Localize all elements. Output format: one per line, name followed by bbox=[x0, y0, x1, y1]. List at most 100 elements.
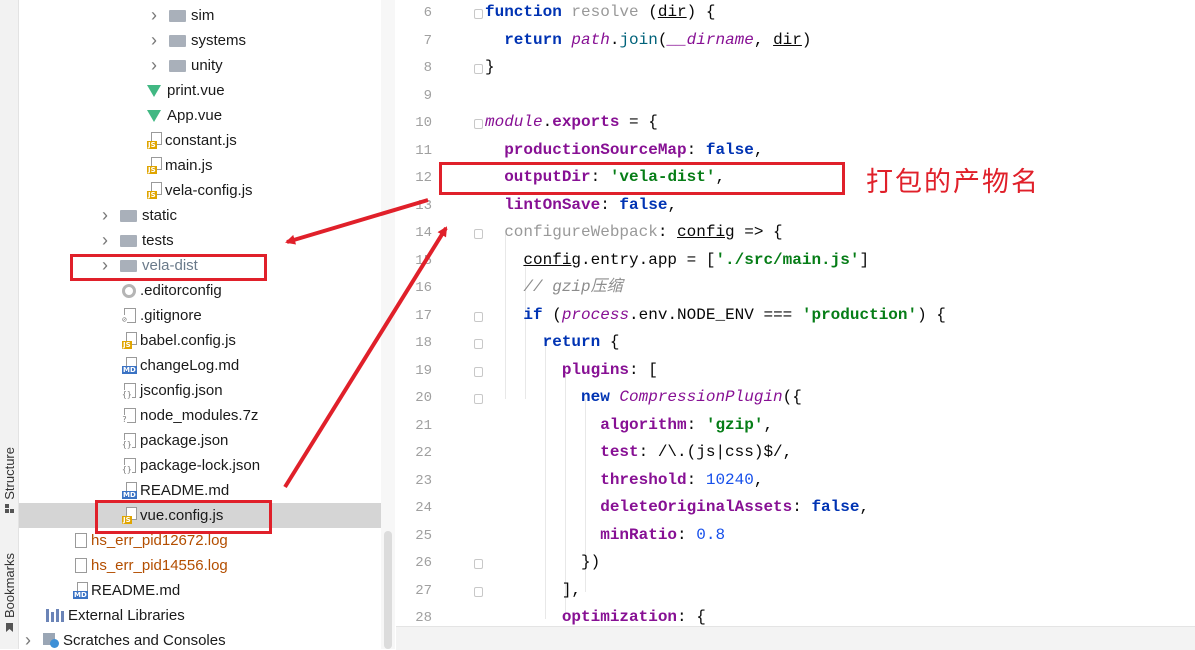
code-token: algorithm bbox=[600, 415, 687, 434]
chevron-right-icon[interactable]: › bbox=[21, 630, 35, 649]
tree-item[interactable]: MD changeLog.md bbox=[19, 353, 381, 378]
code-token: dir bbox=[657, 3, 687, 21]
tree-item[interactable]: › systems bbox=[19, 28, 381, 53]
code-line[interactable]: minRatio: 0.8 bbox=[485, 523, 725, 547]
editor-horizontal-scrollbar[interactable] bbox=[396, 626, 1195, 650]
fold-marker-icon[interactable] bbox=[474, 559, 483, 569]
chevron-right-icon[interactable]: › bbox=[98, 205, 112, 226]
code-token: false bbox=[619, 195, 668, 214]
tree-item[interactable]: JS vela-config.js bbox=[19, 178, 381, 203]
code-line[interactable]: new CompressionPlugin({ bbox=[485, 385, 802, 409]
log-file-icon bbox=[73, 557, 88, 574]
bookmarks-tab[interactable]: Bookmarks bbox=[0, 540, 18, 645]
fold-marker-icon[interactable] bbox=[474, 586, 483, 597]
tree-item-label: unity bbox=[191, 57, 223, 74]
code-token: . bbox=[542, 113, 553, 131]
tree-item[interactable]: JS constant.js bbox=[19, 128, 381, 153]
chevron-right-icon[interactable]: › bbox=[147, 55, 161, 76]
line-number: 17 bbox=[415, 307, 432, 324]
tree-item[interactable]: › unity bbox=[19, 53, 381, 78]
fold-marker-icon[interactable] bbox=[474, 9, 483, 19]
fold-marker-icon[interactable] bbox=[474, 311, 483, 322]
code-line[interactable]: algorithm: 'gzip', bbox=[485, 413, 773, 437]
structure-tab[interactable]: Structure bbox=[0, 435, 18, 525]
tree-item[interactable]: › tests bbox=[19, 228, 381, 253]
code-line[interactable]: // gzip压缩 bbox=[485, 275, 623, 299]
tree-item-label: vela-config.js bbox=[165, 182, 253, 199]
code-line[interactable]: threshold: 10240, bbox=[485, 468, 763, 492]
code-token: config bbox=[523, 250, 582, 269]
tree-item[interactable]: › sim bbox=[19, 3, 381, 28]
tree-item[interactable]: JS main.js bbox=[19, 153, 381, 178]
fold-marker-icon[interactable] bbox=[474, 339, 483, 349]
tree-item[interactable]: ⊘ .gitignore bbox=[19, 303, 381, 328]
code-editor[interactable]: 6 7 8 9 10 11 12 13 14 15 16 17 18 19 20 21 22 23 24 25 26 27… bbox=[396, 0, 1195, 650]
tree-item[interactable]: › static bbox=[19, 203, 381, 228]
tree-item[interactable]: App.vue bbox=[19, 103, 381, 128]
code-token: 10240 bbox=[705, 470, 754, 489]
tree-item[interactable]: .editorconfig bbox=[19, 278, 381, 303]
fold-marker-icon[interactable] bbox=[474, 394, 483, 404]
folder-icon bbox=[120, 209, 137, 222]
chevron-right-icon[interactable]: › bbox=[98, 230, 112, 251]
js-file-icon: JS bbox=[147, 132, 162, 149]
tree-item[interactable]: {} package-lock.json bbox=[19, 453, 381, 478]
scratches-icon bbox=[43, 633, 59, 648]
chevron-right-icon[interactable]: › bbox=[147, 30, 161, 51]
code-line[interactable]: if (process.env.NODE_ENV === 'production… bbox=[485, 303, 946, 327]
fold-marker-icon[interactable] bbox=[474, 229, 483, 239]
fold-marker-icon[interactable] bbox=[474, 366, 483, 377]
code-token: lintOnSave bbox=[504, 195, 601, 214]
annotation-note: 打包的产物名 bbox=[866, 167, 1040, 198]
code-line[interactable]: test: /\.(js|css)$/, bbox=[485, 440, 792, 464]
tree-item-label: babel.config.js bbox=[140, 332, 236, 349]
code-line[interactable]: productionSourceMap: false, bbox=[485, 138, 763, 162]
code-token: // gzip压缩 bbox=[523, 278, 623, 296]
code-line[interactable]: lintOnSave: false, bbox=[485, 193, 677, 217]
tree-item[interactable]: JS babel.config.js bbox=[19, 328, 381, 353]
chevron-right-icon[interactable]: › bbox=[147, 5, 161, 26]
fold-marker-icon[interactable] bbox=[474, 64, 483, 74]
code-line[interactable]: } bbox=[485, 55, 495, 79]
code-token: ( bbox=[552, 305, 562, 324]
line-number: 7 bbox=[423, 32, 432, 49]
code-line[interactable]: return { bbox=[485, 330, 620, 354]
fold-marker-icon[interactable] bbox=[474, 119, 483, 129]
code-token: config bbox=[677, 223, 735, 241]
tree-item[interactable]: ? node_modules.7z bbox=[19, 403, 381, 428]
tree-item[interactable]: MD README.md bbox=[19, 578, 381, 603]
project-tree-scrollbar[interactable] bbox=[381, 0, 395, 649]
tree-item[interactable]: › Scratches and Consoles bbox=[19, 628, 381, 649]
code-token: ] bbox=[859, 250, 870, 269]
code-token: productionSourceMap bbox=[504, 140, 687, 159]
tree-item[interactable]: print.vue bbox=[19, 78, 381, 103]
line-number: 13 bbox=[415, 197, 432, 214]
code-line[interactable]: return path.join(__dirname, dir) bbox=[485, 28, 811, 52]
code-token: minRatio bbox=[600, 525, 678, 544]
code-line[interactable]: function resolve (dir) { bbox=[485, 0, 715, 24]
line-number: 22 bbox=[415, 445, 432, 461]
code-token: module bbox=[485, 113, 543, 131]
code-line[interactable]: configureWebpack: config => { bbox=[485, 220, 782, 244]
line-number: 18 bbox=[415, 335, 432, 351]
code-line[interactable]: plugins: [ bbox=[485, 358, 658, 382]
tree-item[interactable]: External Libraries bbox=[19, 603, 381, 628]
code-token: . bbox=[609, 30, 620, 49]
code-token: return bbox=[504, 30, 572, 49]
code-line[interactable]: config.entry.app = ['./src/main.js'] bbox=[485, 248, 869, 272]
code-line[interactable]: module.exports = { bbox=[485, 110, 658, 134]
tree-item[interactable]: {} package.json bbox=[19, 428, 381, 453]
tree-item[interactable]: {} jsconfig.json bbox=[19, 378, 381, 403]
code-line[interactable]: deleteOriginalAssets: false, bbox=[485, 495, 869, 519]
line-number: 16 bbox=[415, 280, 432, 296]
code-line[interactable]: }) bbox=[485, 550, 600, 574]
code-token: , bbox=[859, 498, 870, 516]
tree-item-label: package.json bbox=[140, 432, 229, 449]
code-token: threshold bbox=[600, 470, 687, 489]
tree-item[interactable]: hs_err_pid14556.log bbox=[19, 553, 381, 578]
code-line[interactable]: ], bbox=[485, 578, 581, 602]
scrollbar-thumb[interactable] bbox=[384, 531, 392, 649]
